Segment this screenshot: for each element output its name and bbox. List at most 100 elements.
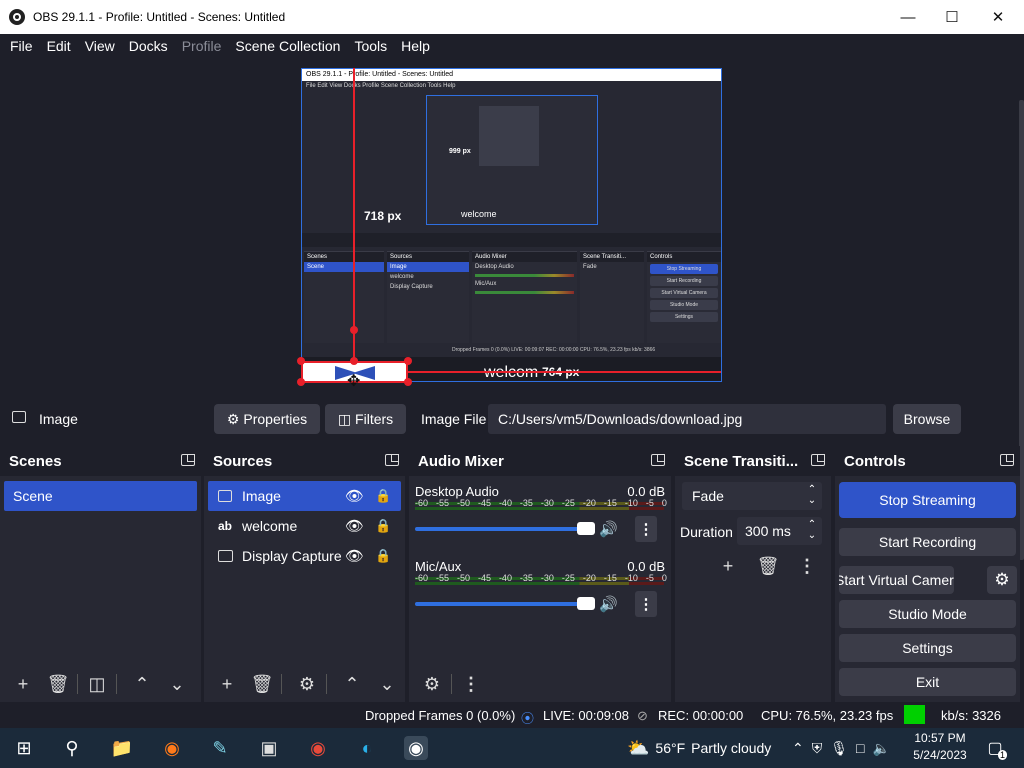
menu-profile[interactable]: Profile (175, 38, 229, 54)
remove-scene-button[interactable]: 🗑 (43, 669, 73, 699)
notepad-icon[interactable]: ✎ (208, 736, 232, 760)
speaker-icon[interactable]: 🔊 (599, 595, 618, 613)
stop-streaming-button[interactable]: Stop Streaming (839, 482, 1016, 518)
lock-icon[interactable]: 🔒 (375, 488, 391, 504)
menu-scene-collection[interactable]: Scene Collection (228, 38, 347, 54)
clock[interactable]: 10:57 PM 5/24/2023 (912, 730, 968, 764)
mixer-settings-button[interactable]: ⚙ (417, 669, 447, 699)
file-explorer-icon[interactable]: 📁 (110, 736, 134, 760)
image-source-icon (218, 490, 232, 502)
windows-start-icon[interactable]: ⊞ (12, 736, 36, 760)
rotation-handle[interactable] (350, 326, 358, 334)
package-icon[interactable]: ▣ (257, 736, 281, 760)
lock-icon[interactable]: 🔒 (375, 548, 391, 564)
stream-health-indicator (904, 705, 925, 724)
chevron-up-icon[interactable]: ⌃ (792, 740, 804, 757)
microphone-icon[interactable]: 🎙 (830, 740, 848, 757)
edge-icon[interactable]: ◐ (355, 736, 379, 760)
meter-scale: -60 -55 -50 -45 -40 -35 -30 -25 -20 -15 -10 -5 0 (415, 498, 667, 508)
nested-properties-bar (302, 233, 721, 247)
lock-icon[interactable]: 🔒 (375, 518, 391, 534)
start-virtual-camera-button[interactable]: Start Virtual Camera (839, 566, 954, 594)
virtual-camera-settings-button[interactable]: ⚙ (987, 566, 1017, 594)
search-icon[interactable]: ⚲ (60, 736, 84, 760)
undock-icon[interactable] (651, 454, 665, 466)
undock-icon[interactable] (385, 454, 399, 466)
firefox-icon[interactable]: ◉ (160, 736, 184, 760)
nested-source-item: Display Capture (390, 284, 433, 290)
source-properties-button[interactable]: ⚙ (292, 669, 322, 699)
scene-item[interactable]: Scene (4, 481, 197, 511)
image-file-path-field[interactable]: C:/Users/vm5/Downloads/download.jpg (488, 404, 886, 434)
track-menu-button[interactable]: ⋮ (635, 516, 657, 542)
add-source-button[interactable]: + (212, 669, 242, 699)
move-scene-down-button[interactable]: ⌄ (162, 669, 192, 699)
undock-icon[interactable] (811, 454, 825, 466)
source-item-display-capture[interactable]: Display Capture 👁 🔒 (204, 541, 405, 571)
scene-filters-button[interactable]: ◫ (82, 669, 112, 699)
menu-view[interactable]: View (78, 38, 122, 54)
remove-transition-button[interactable]: 🗑 (753, 551, 783, 581)
weather-widget[interactable]: ⛅ 56°F Partly cloudy (627, 728, 771, 768)
undock-icon[interactable] (1000, 454, 1014, 466)
undock-icon[interactable] (181, 454, 195, 466)
mixer-menu-button[interactable]: ⋮ (456, 669, 486, 699)
obs-logo-icon (9, 9, 25, 25)
start-recording-button[interactable]: Start Recording (839, 528, 1016, 556)
eye-icon[interactable]: 👁 (345, 547, 364, 565)
menu-edit[interactable]: Edit (40, 38, 78, 54)
properties-button[interactable]: ⚙ Properties (214, 404, 320, 434)
resize-handle-bottom-left[interactable] (297, 378, 305, 386)
obs-taskbar-icon[interactable]: ◉ (404, 736, 428, 760)
scenes-toolbar: + 🗑 ◫ ⌃ ⌄ (0, 666, 201, 702)
nested-preview: 999 px welcome (426, 95, 598, 225)
source-item-image[interactable]: Image 👁 🔒 (208, 481, 401, 511)
speaker-icon[interactable]: 🔊 (599, 520, 618, 538)
menu-help[interactable]: Help (394, 38, 437, 54)
shield-icon[interactable]: ⛨ (812, 740, 823, 757)
notification-center-icon[interactable]: ▢ 1 (983, 736, 1007, 760)
move-source-up-button[interactable]: ⌃ (337, 669, 367, 699)
volume-icon[interactable]: 🔈 (872, 740, 889, 757)
preview-canvas[interactable]: OBS 29.1.1 - Profile: Untitled - Scenes:… (301, 68, 722, 382)
duration-spinbox[interactable]: 300 ms ⌃ ⌄ (737, 517, 822, 545)
menu-docks[interactable]: Docks (122, 38, 175, 54)
remove-source-button[interactable]: 🗑 (247, 669, 277, 699)
nested-menu-bar: File Edit View Docks Profile Scene Colle… (306, 83, 456, 89)
eye-icon[interactable]: 👁 (345, 487, 364, 505)
resize-handle-bottom-right[interactable] (404, 378, 412, 386)
move-scene-up-button[interactable]: ⌃ (127, 669, 157, 699)
track-menu-button[interactable]: ⋮ (635, 591, 657, 617)
menu-file[interactable]: File (3, 38, 40, 54)
scale-tick: -35 (519, 498, 533, 508)
source-item-welcome[interactable]: ab welcome 👁 🔒 (204, 511, 405, 541)
browse-button[interactable]: Browse (893, 404, 961, 434)
network-icon[interactable]: □ (856, 740, 864, 756)
transition-select[interactable]: Fade ⌃ ⌄ (682, 482, 822, 510)
transition-menu-button[interactable]: ⋮ (792, 551, 822, 581)
maximize-button[interactable]: ☐ (929, 0, 975, 34)
close-button[interactable]: ✕ (975, 0, 1021, 34)
resize-handle-top-right[interactable] (404, 357, 412, 365)
nested-meter (475, 274, 574, 277)
settings-button[interactable]: Settings (839, 634, 1016, 662)
move-source-down-button[interactable]: ⌄ (372, 669, 402, 699)
filters-button[interactable]: ◫ Filters (325, 404, 406, 434)
menu-tools[interactable]: Tools (347, 38, 394, 54)
studio-mode-button[interactable]: Studio Mode (839, 600, 1016, 628)
volume-slider-knob[interactable] (577, 597, 595, 610)
weather-temp: 56°F (655, 740, 686, 756)
eye-icon[interactable]: 👁 (345, 517, 364, 535)
add-scene-button[interactable]: + (8, 669, 38, 699)
volume-slider[interactable] (415, 602, 591, 606)
exit-button[interactable]: Exit (839, 668, 1016, 696)
resize-handle-top[interactable] (350, 357, 358, 365)
volume-slider-knob[interactable] (577, 522, 595, 535)
cpu-status: CPU: 76.5%, 23.23 fps (761, 708, 894, 723)
minimize-button[interactable]: — (885, 0, 931, 34)
scale-tick: -60 (415, 573, 429, 583)
volume-slider[interactable] (415, 527, 591, 531)
resize-handle-top-left[interactable] (297, 357, 305, 365)
add-transition-button[interactable]: + (713, 551, 743, 581)
chrome-icon[interactable]: ◉ (306, 736, 330, 760)
